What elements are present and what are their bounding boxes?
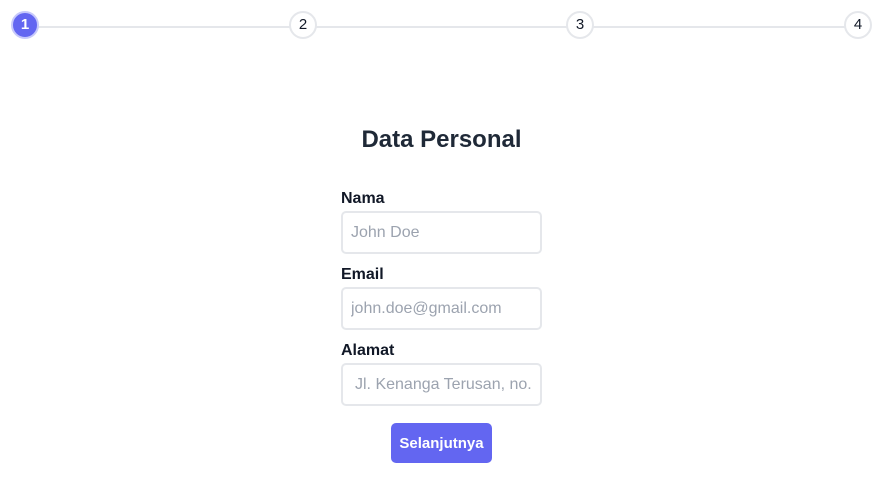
stepper: 1 2 3 4 (0, 0, 886, 54)
name-input[interactable] (341, 211, 542, 254)
stepper-track (25, 26, 861, 28)
next-button[interactable]: Selanjutnya (391, 423, 492, 463)
name-label: Nama (341, 190, 385, 207)
address-input[interactable] (341, 363, 542, 406)
form-title: Data Personal (361, 126, 522, 153)
step-4[interactable]: 4 (844, 11, 872, 39)
address-label: Alamat (341, 342, 395, 359)
step-3[interactable]: 3 (566, 11, 594, 39)
step-2[interactable]: 2 (289, 11, 317, 39)
email-label: Email (341, 266, 384, 283)
email-input[interactable] (341, 287, 542, 330)
step-1[interactable]: 1 (11, 11, 39, 39)
